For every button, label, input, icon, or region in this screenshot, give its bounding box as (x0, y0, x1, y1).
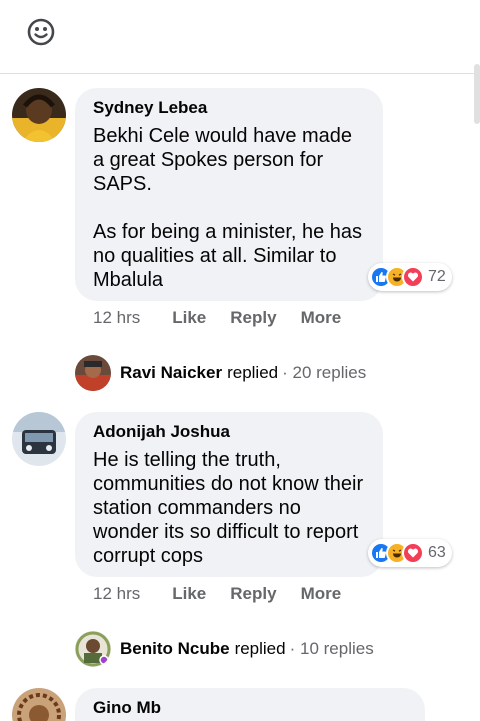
like-button[interactable]: Like (172, 584, 206, 604)
comment-author[interactable]: Gino Mb (93, 698, 407, 718)
reply-author: Ravi Naicker (120, 363, 223, 382)
comment-author[interactable]: Adonijah Joshua (93, 422, 365, 442)
reply-count: · 20 replies (282, 363, 367, 382)
comment-bubble[interactable]: Adonijah Joshua He is telling the truth,… (75, 412, 383, 577)
comment-timestamp[interactable]: 12 hrs (93, 584, 140, 604)
more-button[interactable]: More (301, 308, 342, 328)
avatar[interactable] (12, 688, 66, 721)
comment-actions: 12 hrs Like Reply More (93, 584, 365, 604)
comment-timestamp[interactable]: 12 hrs (93, 308, 140, 328)
reply-author: Benito Ncube (120, 639, 230, 658)
avatar[interactable] (12, 88, 66, 142)
love-reaction-icon (402, 542, 424, 564)
reaction-summary[interactable]: 63 (368, 539, 452, 567)
replied-label: replied (234, 639, 286, 658)
replied-label: replied (227, 363, 279, 382)
comment-author[interactable]: Sydney Lebea (93, 98, 365, 118)
comment-text: Bekhi Cele would have made a great Spoke… (93, 125, 363, 291)
avatar (75, 631, 111, 667)
reply-button[interactable]: Reply (230, 308, 276, 328)
comment-bubble[interactable]: Gino Mb (75, 688, 425, 721)
reply-button[interactable]: Reply (230, 584, 276, 604)
like-button[interactable]: Like (172, 308, 206, 328)
avatar (75, 355, 111, 391)
comment-actions: 12 hrs Like Reply More (93, 308, 365, 328)
more-button[interactable]: More (301, 584, 342, 604)
reaction-count: 63 (428, 544, 446, 561)
comment-text: He is telling the truth, communities do … (93, 449, 364, 567)
comment-bubble[interactable]: Sydney Lebea Bekhi Cele would have made … (75, 88, 383, 301)
reaction-count: 72 (428, 268, 446, 285)
emoji-icon[interactable] (25, 16, 57, 48)
scrollbar[interactable] (474, 64, 480, 124)
avatar[interactable] (12, 412, 66, 466)
reply-count: · 10 replies (289, 639, 374, 658)
view-replies-link[interactable]: Benito Ncube replied · 10 replies (75, 631, 374, 667)
view-replies-link[interactable]: Ravi Naicker replied · 20 replies (75, 355, 366, 391)
reaction-summary[interactable]: 72 (368, 263, 452, 291)
love-reaction-icon (402, 266, 424, 288)
comment-composer-bar (0, 0, 480, 74)
